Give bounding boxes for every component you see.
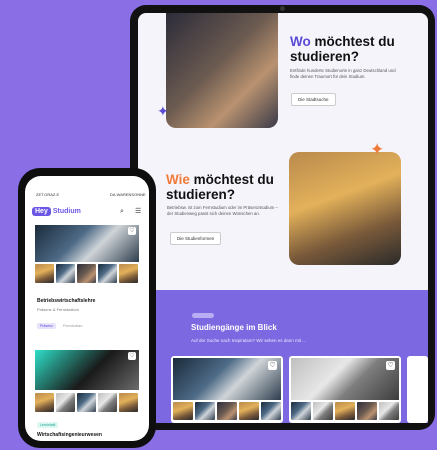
status-right: DA.WARENSONNE xyxy=(110,192,146,197)
heart-icon[interactable]: ♡ xyxy=(386,361,395,370)
study-forms-button[interactable]: Die Studienformen xyxy=(170,232,222,245)
student-reading-image xyxy=(289,152,401,265)
thumbnail xyxy=(217,402,237,420)
thumbnail xyxy=(291,402,311,420)
city-search-button[interactable]: Die Stadtsuche xyxy=(291,93,336,106)
thumbnail xyxy=(56,393,75,412)
app-logo[interactable]: Hey Studium xyxy=(32,207,81,216)
thumbnail xyxy=(35,264,54,283)
thumbnail xyxy=(77,264,96,283)
program-card-image xyxy=(173,358,281,400)
thumbnail xyxy=(261,402,281,420)
programs-subtitle: Auf der Suche nach Inspiration? Wir sehe… xyxy=(191,338,307,343)
lesson-badge: Lerninhalt xyxy=(37,422,59,428)
section-where-title: Wo möchtest du studieren? xyxy=(290,34,395,64)
program-card-image xyxy=(291,358,399,400)
thumbnail xyxy=(239,402,259,420)
thumbnail xyxy=(357,402,377,420)
thumbnail xyxy=(379,402,399,420)
program-card-image xyxy=(35,225,139,262)
section-where-description: Entfinde hunderte Studienorte in ganz De… xyxy=(290,68,396,79)
thumbnail xyxy=(35,393,54,412)
search-icon[interactable]: ⌕ xyxy=(120,208,124,216)
thumbnail xyxy=(98,393,117,412)
heart-icon[interactable]: ♡ xyxy=(268,361,277,370)
thumbnail xyxy=(335,402,355,420)
tag-presence: Präsenz xyxy=(37,323,56,329)
tag-distance: Fernstudium xyxy=(63,324,83,328)
section-how-description: Betriebsw. ist zum Fernstudium oder im P… xyxy=(167,205,278,216)
sparkle-icon: ✦ xyxy=(157,103,169,119)
thumbnail xyxy=(195,402,215,420)
thumbnail xyxy=(98,264,117,283)
sparkle-icon: ✦ xyxy=(370,140,385,159)
program-card-partial[interactable] xyxy=(407,356,428,423)
thumbnail xyxy=(77,393,96,412)
section-how-title: Wie möchtest du studieren? xyxy=(166,172,274,202)
thumbnail xyxy=(119,393,138,412)
students-group-image xyxy=(166,13,278,128)
thumbnail xyxy=(56,264,75,283)
thumbnail xyxy=(119,264,138,283)
program-card-image xyxy=(35,350,139,390)
tablet-camera xyxy=(280,6,285,11)
programs-badge xyxy=(192,313,214,318)
heart-icon[interactable]: ♡ xyxy=(128,227,136,235)
status-left: ZET.GRAZ.E xyxy=(36,192,60,197)
logo-studium: Studium xyxy=(52,208,81,215)
program-card[interactable]: ♡ xyxy=(289,356,401,423)
program-title[interactable]: Betriebswirtschaftslehre xyxy=(37,298,95,304)
menu-icon[interactable]: ☰ xyxy=(135,207,141,215)
thumbnail xyxy=(173,402,193,420)
heart-icon[interactable]: ♡ xyxy=(128,352,136,360)
thumbnail xyxy=(313,402,333,420)
program-card[interactable]: ♡ xyxy=(171,356,283,423)
program-subtitle: Präsenz & Fernstudium xyxy=(37,307,79,312)
logo-hey: Hey xyxy=(32,207,51,216)
program-title[interactable]: Wirtschaftsingenieurwesen xyxy=(37,432,102,438)
programs-title: Studiengänge im Blick xyxy=(191,323,277,332)
